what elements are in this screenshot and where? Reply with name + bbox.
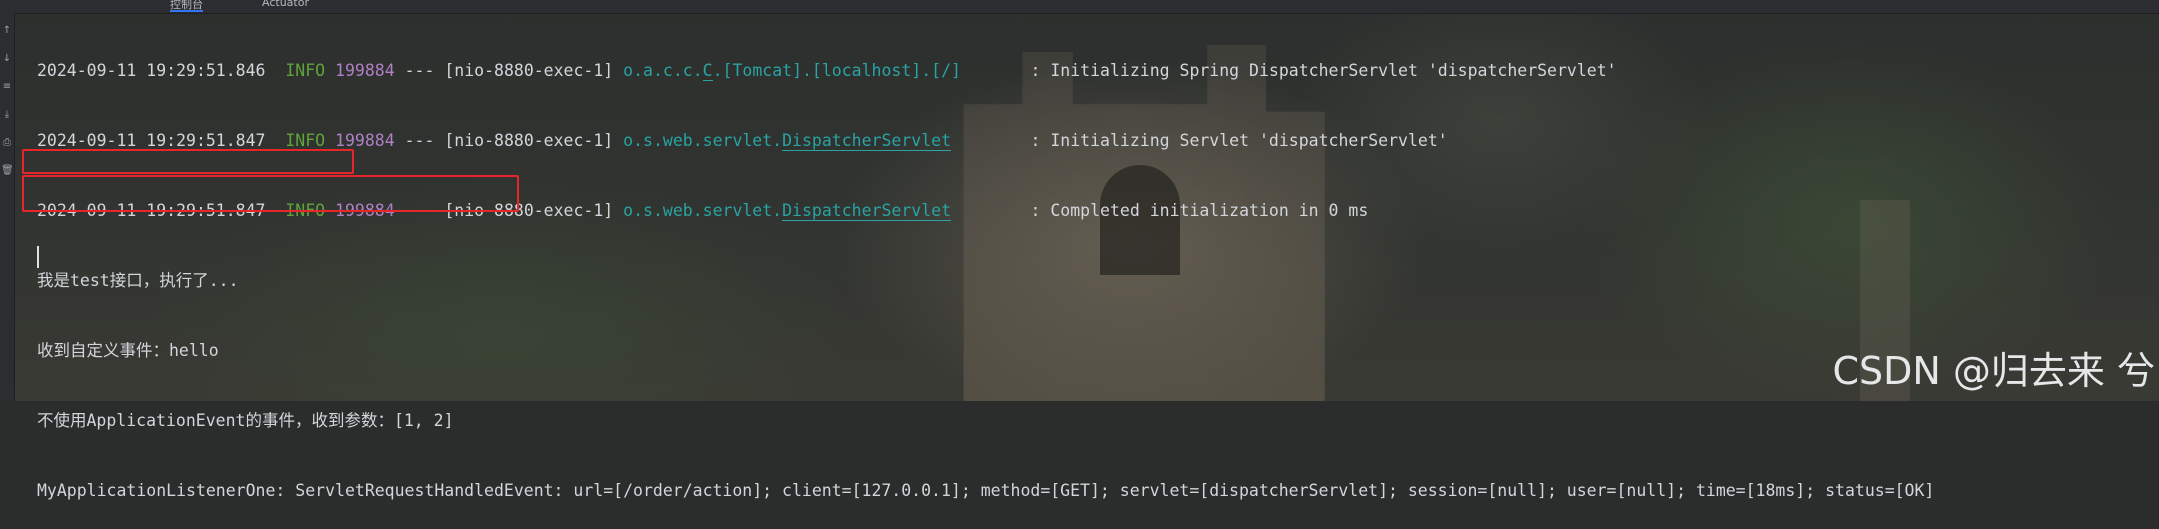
- console-toolbar: ↑ ↓ ≡ ⤓ ⎙ 🗑: [0, 13, 15, 401]
- log-thread: [nio-8880-exec-1]: [444, 61, 614, 80]
- log-logger[interactable]: o.s.web.servlet.DispatcherServlet: [623, 201, 952, 221]
- console-line-custom-event: 收到自定义事件：hello: [37, 341, 219, 360]
- log-pid: 199884: [335, 61, 395, 80]
- log-separator: ---: [404, 131, 435, 150]
- log-message: : Completed initialization in 0 ms: [1030, 201, 1369, 220]
- tab-actuator[interactable]: Actuator: [262, 0, 309, 10]
- console-tab-bar: 控制台 Actuator: [0, 0, 2159, 14]
- highlight-box-custom-event: [22, 149, 354, 174]
- text-cursor: [37, 246, 39, 268]
- log-logger[interactable]: o.s.web.servlet.DispatcherServlet: [623, 131, 952, 151]
- arrow-up-icon[interactable]: ↑: [1, 25, 13, 37]
- log-level: INFO: [285, 131, 326, 150]
- log-timestamp: 2024-09-11 19:29:51.846: [37, 61, 266, 80]
- tab-console[interactable]: 控制台: [170, 0, 203, 12]
- console-line-listener: MyApplicationListenerOne: ServletRequest…: [37, 481, 1935, 500]
- arrow-down-icon[interactable]: ↓: [1, 53, 13, 65]
- console-line-plain-event: 不使用ApplicationEvent的事件，收到参数：[1, 2]: [37, 411, 454, 430]
- log-separator: ---: [404, 61, 435, 80]
- console-output: 2024-09-11 19:29:51.846 INFO 199884 --- …: [37, 20, 1934, 529]
- highlight-box-plain-event: [22, 175, 519, 212]
- soft-wrap-icon[interactable]: ≡: [1, 81, 13, 93]
- scroll-to-end-icon[interactable]: ⤓: [1, 109, 13, 121]
- log-thread: [nio-8880-exec-1]: [444, 131, 614, 150]
- log-timestamp: 2024-09-11 19:29:51.847: [37, 131, 266, 150]
- print-icon[interactable]: ⎙: [1, 137, 13, 149]
- log-line: 2024-09-11 19:29:51.846 INFO 199884 --- …: [37, 58, 1934, 90]
- log-logger[interactable]: o.a.c.c.C.[Tomcat].[localhost].[/]: [623, 61, 961, 81]
- watermark: CSDN @归去来 兮: [1832, 349, 2156, 393]
- log-pid: 199884: [335, 131, 395, 150]
- log-message: : Initializing Servlet 'dispatcherServle…: [1030, 131, 1448, 150]
- console-line: 我是test接口，执行了...: [37, 271, 239, 290]
- log-level: INFO: [285, 61, 326, 80]
- log-message: : Initializing Spring DispatcherServlet …: [1030, 61, 1617, 80]
- trash-icon[interactable]: 🗑: [1, 165, 14, 177]
